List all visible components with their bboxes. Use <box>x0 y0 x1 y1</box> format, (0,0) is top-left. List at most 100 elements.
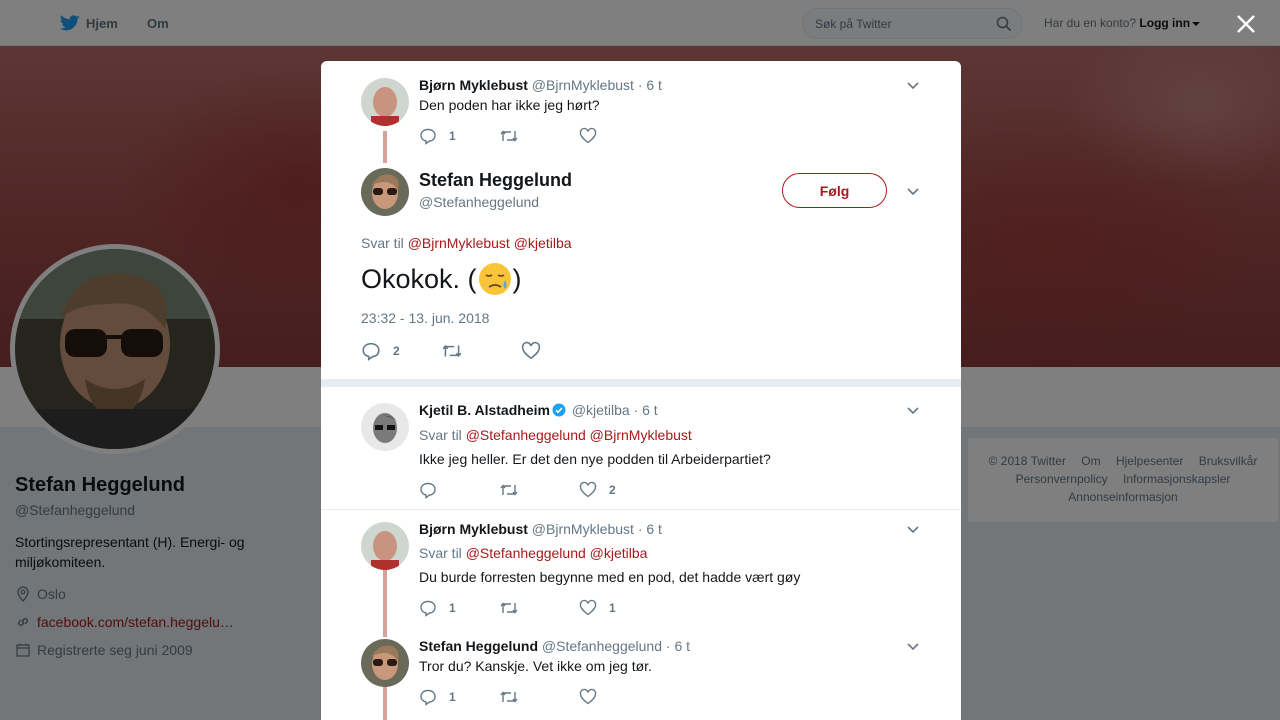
chevron-down-icon[interactable] <box>905 77 921 93</box>
heart-icon <box>521 341 541 360</box>
main-tweet-text-end: ) <box>512 263 522 294</box>
tweet-header: Stefan Heggelund @Stefanheggelund · 6 t <box>419 638 690 654</box>
mention-link[interactable]: @BjrnMyklebust <box>408 235 510 251</box>
divider <box>321 509 961 510</box>
tweet-author-handle[interactable]: @kjetilba <box>572 402 630 418</box>
avatar[interactable] <box>361 168 409 216</box>
retweet-button[interactable] <box>441 341 521 361</box>
reply-count: 2 <box>393 344 400 358</box>
tweet-header: Bjørn Myklebust @BjrnMyklebust · 6 t <box>419 77 662 93</box>
like-count: 2 <box>609 483 616 497</box>
retweet-icon <box>500 691 518 703</box>
retweet-button[interactable] <box>499 127 579 145</box>
chevron-down-icon[interactable] <box>905 402 921 418</box>
reply-icon <box>362 342 380 361</box>
heart-icon <box>579 481 597 498</box>
heart-icon <box>579 688 597 705</box>
tweet-actions: 1 <box>419 126 659 146</box>
tweet-author-handle[interactable]: @BjrnMyklebust <box>532 521 634 537</box>
tweet-modal: Bjørn Myklebust @BjrnMyklebust · 6 t Den… <box>321 61 961 720</box>
chevron-down-icon[interactable] <box>905 638 921 654</box>
tweet-author-handle[interactable]: @Stefanheggelund <box>542 638 662 654</box>
tweet-text: Ikke jeg heller. Er det den nye podden t… <box>419 451 771 467</box>
tweet-header: Kjetil B. Alstadheim @kjetilba · 6 t <box>419 402 658 418</box>
thread-line <box>383 131 387 163</box>
reply-count: 1 <box>449 601 456 615</box>
tweet-author-name[interactable]: Stefan Heggelund <box>419 638 538 654</box>
mention-link[interactable]: @Stefanheggelund <box>466 545 586 561</box>
like-button[interactable] <box>579 127 659 145</box>
sad-sweat-emoji-icon <box>478 263 511 295</box>
verified-badge-icon <box>552 403 566 417</box>
avatar-bjorn-photo <box>361 78 409 126</box>
avatar-stefan-photo <box>361 639 409 687</box>
avatar-bjorn-photo <box>361 522 409 570</box>
avatar[interactable] <box>361 78 409 126</box>
chevron-down-icon[interactable] <box>905 183 921 199</box>
like-button[interactable] <box>579 688 659 706</box>
reply-button[interactable]: 1 <box>419 599 499 617</box>
main-tweet-text: Okokok. ( ) <box>361 261 522 297</box>
retweet-icon <box>500 602 518 614</box>
mention-link[interactable]: @kjetilba <box>590 545 648 561</box>
reply-button[interactable]: 1 <box>419 127 499 145</box>
follow-button[interactable]: Følg <box>782 173 887 208</box>
tweet-header: Bjørn Myklebust @BjrnMyklebust · 6 t <box>419 521 662 537</box>
main-tweet-author-handle[interactable]: @Stefanheggelund <box>419 194 539 210</box>
mention-link[interactable]: @BjrnMyklebust <box>590 427 692 443</box>
like-button[interactable] <box>521 341 601 361</box>
avatar[interactable] <box>361 639 409 687</box>
retweet-button[interactable] <box>499 688 579 706</box>
avatar[interactable] <box>361 522 409 570</box>
divider <box>321 379 961 387</box>
tweet-time[interactable]: · 6 t <box>634 402 658 418</box>
tweet-author-name[interactable]: Bjørn Myklebust <box>419 521 528 537</box>
reply-prefix: Svar til <box>361 235 404 251</box>
mention-link[interactable]: @Stefanheggelund <box>466 427 586 443</box>
retweet-icon <box>442 344 462 358</box>
chevron-down-icon[interactable] <box>905 521 921 537</box>
main-tweet-actions: 2 <box>361 341 601 361</box>
reply-count: 1 <box>449 690 456 704</box>
thread-line <box>383 686 387 720</box>
tweet-author-name[interactable]: Kjetil B. Alstadheim <box>419 402 550 418</box>
avatar[interactable] <box>361 403 409 451</box>
tweet-text: Du burde forresten begynne med en pod, d… <box>419 569 801 585</box>
tweet-time[interactable]: · 6 t <box>638 77 662 93</box>
reply-prefix: Svar til <box>419 427 462 443</box>
main-tweet-text-start: Okokok. ( <box>361 263 477 294</box>
tweet-author-handle[interactable]: @BjrnMyklebust <box>532 77 634 93</box>
reply-button[interactable]: 2 <box>361 341 441 361</box>
heart-icon <box>579 127 597 144</box>
thread-line <box>383 569 387 637</box>
tweet-actions: 2 <box>419 480 659 500</box>
like-button[interactable]: 1 <box>579 599 659 617</box>
main-tweet-author-name[interactable]: Stefan Heggelund <box>419 170 572 191</box>
tweet-time[interactable]: · 6 t <box>666 638 690 654</box>
tweet-time[interactable]: · 6 t <box>638 521 662 537</box>
reply-context: Svar til @BjrnMyklebust @kjetilba <box>361 235 572 251</box>
main-tweet-date[interactable]: 23:32 - 13. jun. 2018 <box>361 310 489 326</box>
avatar-kjetil-photo <box>361 403 409 451</box>
reply-icon <box>420 482 436 499</box>
reply-button[interactable]: 1 <box>419 688 499 706</box>
heart-icon <box>579 599 597 616</box>
reply-button[interactable] <box>419 481 499 499</box>
reply-context: Svar til @Stefanheggelund @BjrnMyklebust <box>419 427 692 443</box>
tweet-text: Den poden har ikke jeg hørt? <box>419 97 600 113</box>
mention-link[interactable]: @kjetilba <box>514 235 572 251</box>
tweet-author-name[interactable]: Bjørn Myklebust <box>419 77 528 93</box>
retweet-icon <box>500 484 518 496</box>
like-button[interactable]: 2 <box>579 481 659 499</box>
retweet-button[interactable] <box>499 599 579 617</box>
tweet-actions: 1 1 <box>419 598 659 618</box>
retweet-button[interactable] <box>499 481 579 499</box>
reply-count: 1 <box>449 129 456 143</box>
reply-prefix: Svar til <box>419 545 462 561</box>
retweet-icon <box>500 130 518 142</box>
reply-icon <box>420 689 436 706</box>
close-icon[interactable] <box>1234 12 1258 36</box>
tweet-actions: 1 <box>419 687 659 707</box>
reply-icon <box>420 128 436 145</box>
avatar-stefan-photo <box>361 168 409 216</box>
